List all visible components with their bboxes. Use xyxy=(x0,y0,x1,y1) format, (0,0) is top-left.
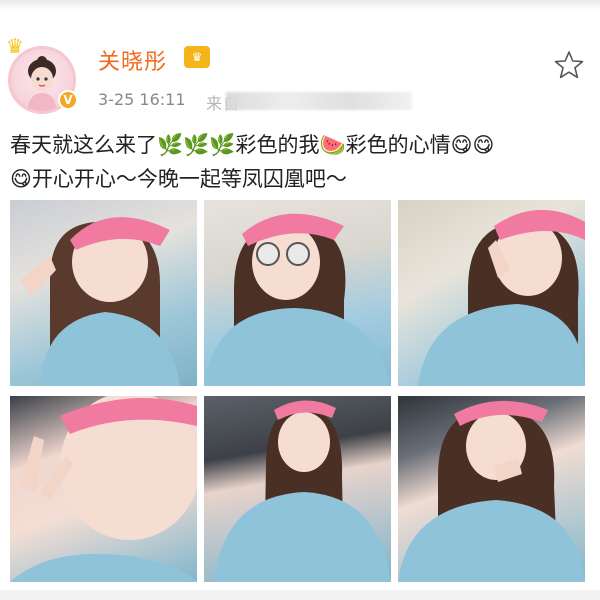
post-text-line-1: 春天就这么来了🌿🌿🌿彩色的我🍉彩色的心情😋😋 xyxy=(10,133,495,157)
bottom-strip xyxy=(0,590,600,600)
photo-grid xyxy=(10,200,586,592)
author-name[interactable]: 关晓彤 xyxy=(98,44,167,76)
vip-crown-icon[interactable]: ♛ xyxy=(184,46,210,68)
post-source-blurred xyxy=(226,92,412,110)
post-text: 春天就这么来了🌿🌿🌿彩色的我🍉彩色的心情😋😋 😋开心开心～今晚一起等凤囚凰吧～ xyxy=(10,128,594,196)
post-timestamp: 3-25 16:11 xyxy=(98,90,186,109)
photo-5[interactable] xyxy=(204,396,391,582)
photo-2[interactable] xyxy=(204,200,391,386)
photo-1[interactable] xyxy=(10,200,197,386)
top-shadow xyxy=(0,0,600,10)
star-icon[interactable] xyxy=(552,48,586,82)
verified-badge-icon: V xyxy=(58,90,78,110)
weibo-post: ♛ V 关晓彤 ♛ 3-25 16:11 来自 春天就这么来了🌿🌿🌿彩色的我🍉彩… xyxy=(0,10,600,600)
avatar[interactable]: ♛ V xyxy=(6,34,78,114)
photo-6[interactable] xyxy=(398,396,585,582)
post-text-line-2: 😋开心开心～今晚一起等凤囚凰吧～ xyxy=(10,167,347,191)
photo-3[interactable] xyxy=(398,200,585,386)
photo-4[interactable] xyxy=(10,396,197,582)
